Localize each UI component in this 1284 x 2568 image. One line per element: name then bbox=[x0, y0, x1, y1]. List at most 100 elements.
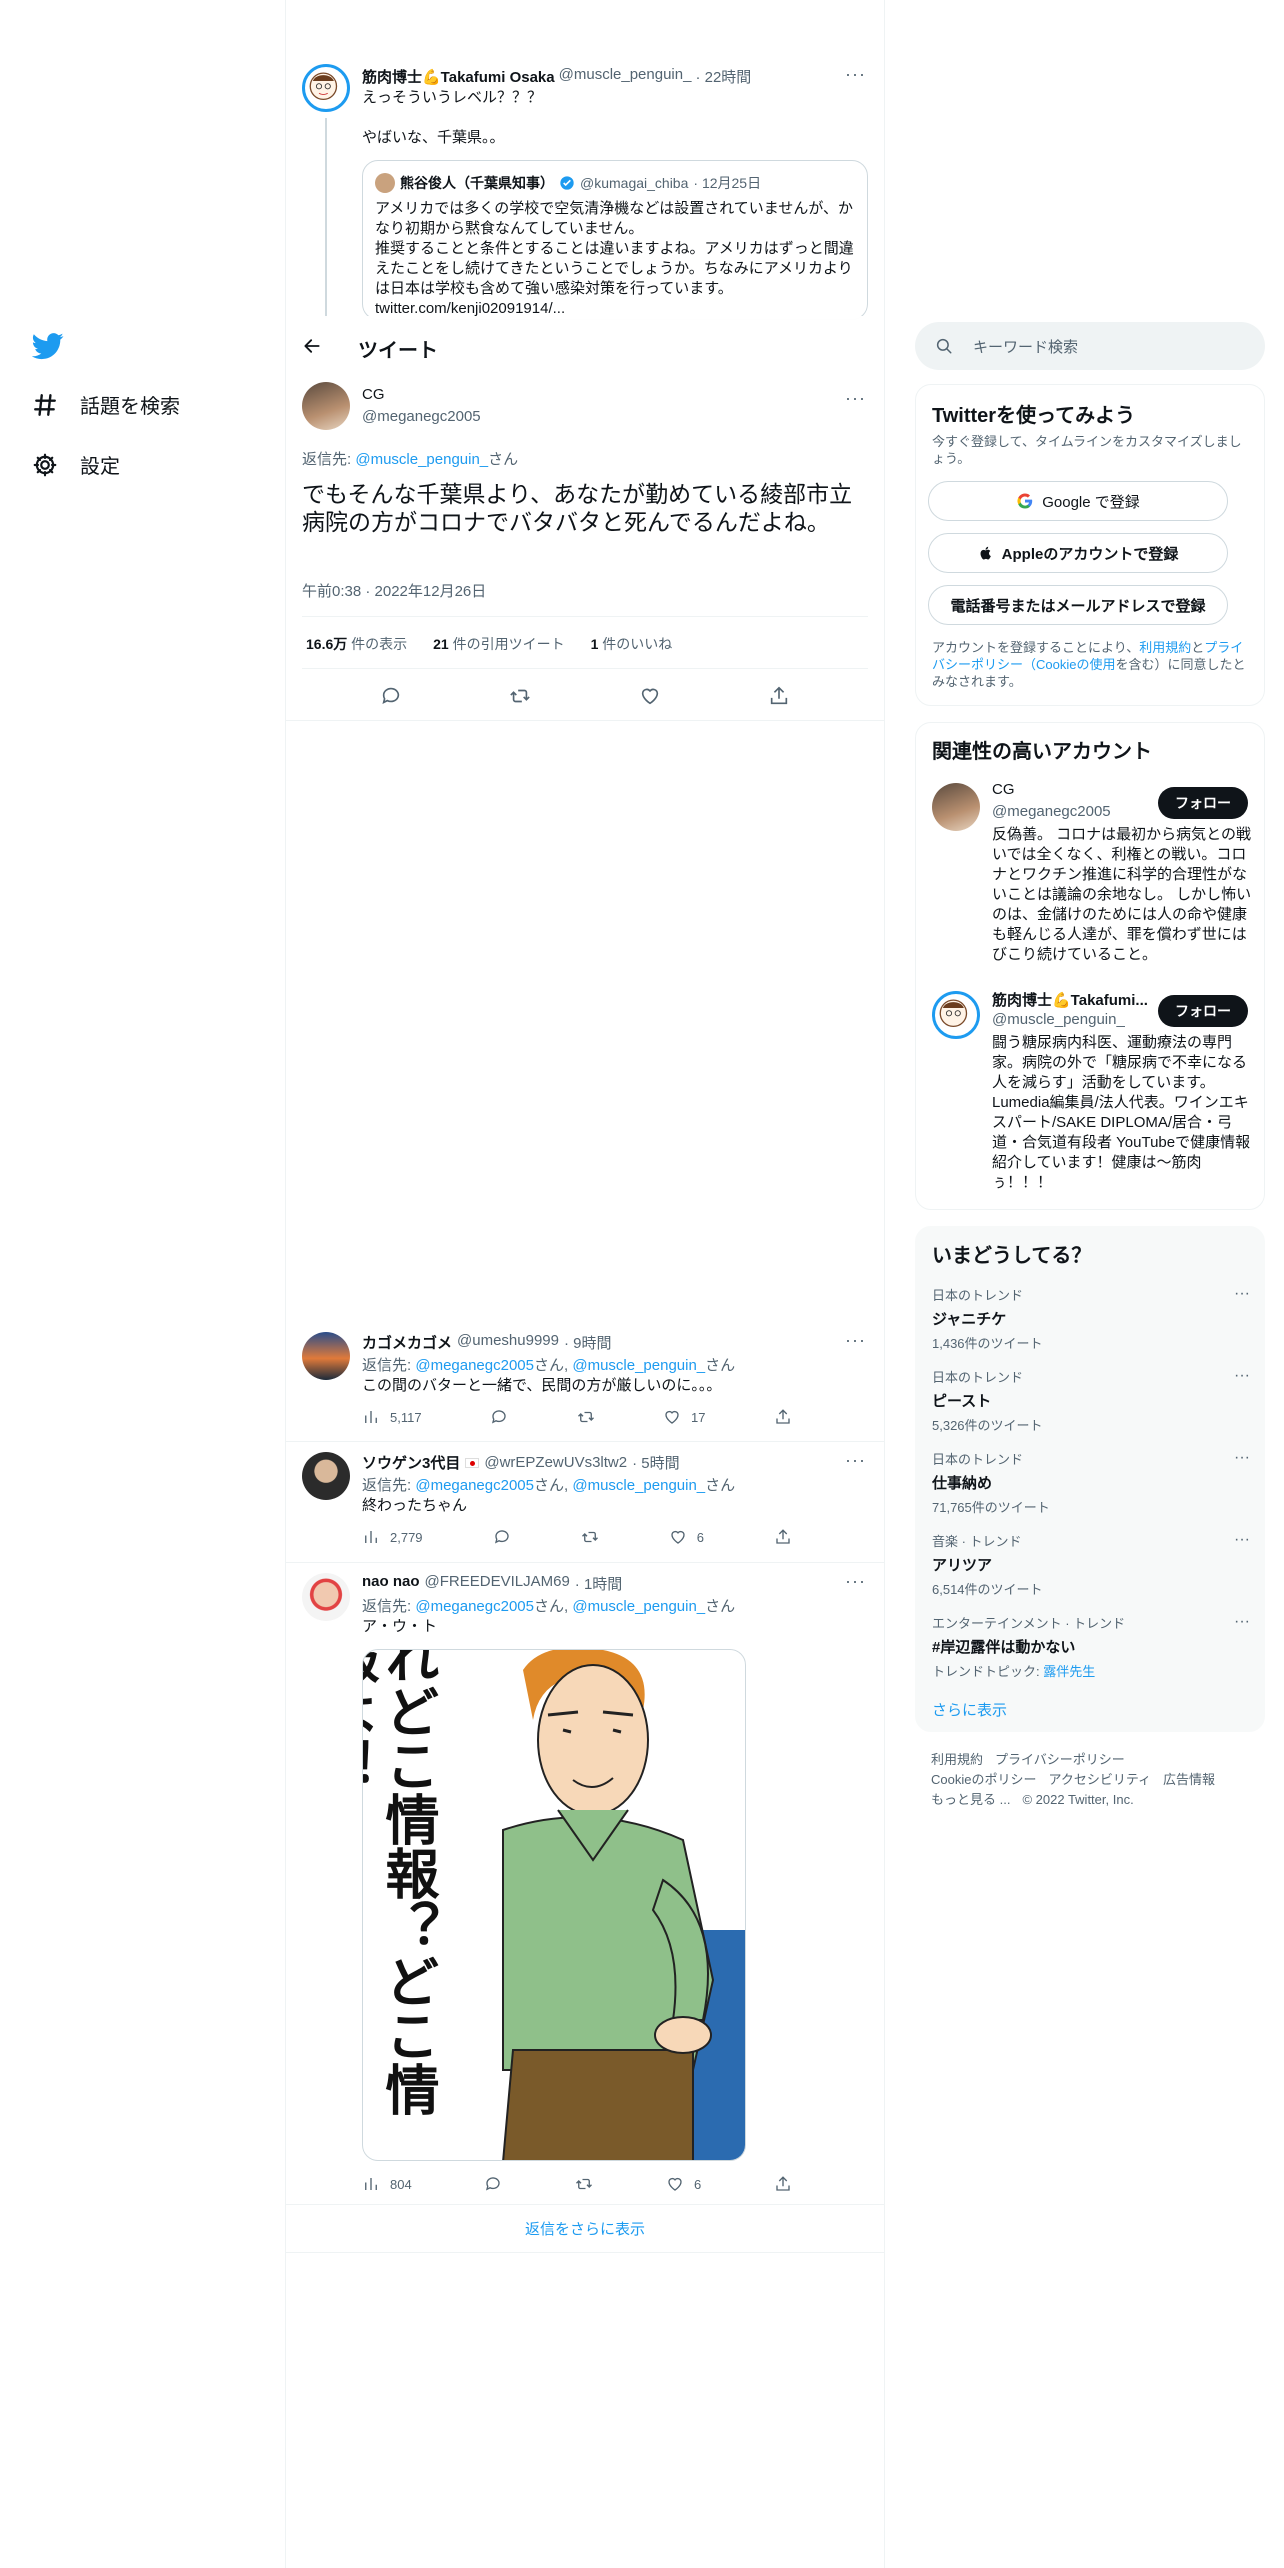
author-name[interactable]: CG bbox=[362, 386, 385, 403]
more-icon[interactable]: ··· bbox=[1234, 1449, 1250, 1467]
footer-privacy[interactable]: プライバシーポリシー bbox=[995, 1750, 1125, 1770]
share-action[interactable] bbox=[774, 1408, 792, 1426]
nav-explore[interactable]: 話題を検索 bbox=[32, 390, 180, 419]
trend-item[interactable]: エンターテインメント · トレンド #岸辺露伴は動かない トレンドトピック: 露… bbox=[932, 1613, 1250, 1680]
stat-likes[interactable]: 1 件のいいね bbox=[591, 634, 673, 654]
apple-signup-button[interactable]: Appleのアカウントで登録 bbox=[928, 533, 1228, 573]
retweet-action[interactable] bbox=[575, 2175, 593, 2193]
views-action[interactable]: 5,117 bbox=[362, 1408, 422, 1426]
retweet-action[interactable] bbox=[577, 1408, 595, 1426]
author-name[interactable]: ソウゲン3代目 bbox=[362, 1452, 460, 1473]
show-more-replies-button[interactable]: 返信をさらに表示 bbox=[286, 2205, 884, 2253]
reply-to-link[interactable]: @muscle_penguin_ bbox=[572, 1598, 705, 1615]
reply-icon[interactable] bbox=[380, 685, 402, 707]
like-action[interactable]: 17 bbox=[663, 1408, 706, 1426]
author-handle[interactable]: @muscle_penguin_ bbox=[559, 66, 692, 87]
follow-button[interactable]: フォロー bbox=[1158, 787, 1248, 819]
terms-link[interactable]: 利用規約 bbox=[1139, 640, 1191, 655]
author-name[interactable]: nao nao bbox=[362, 1573, 420, 1594]
tweet-image[interactable]: れどこ情報？どこ情報よ！ bbox=[362, 1649, 746, 2161]
more-icon[interactable]: ··· bbox=[1234, 1285, 1250, 1303]
reply-to-link[interactable]: @meganegc2005 bbox=[415, 1477, 534, 1494]
share-action[interactable] bbox=[774, 2175, 792, 2193]
account-item[interactable]: 筋肉博士💪Takafumi... @muscle_penguin_ フォロー 闘… bbox=[916, 987, 1264, 1197]
reply-tweet[interactable]: ソウゲン3代目 @wrEPZewUVs3ltw2 · 5時間 ··· 返信先: … bbox=[286, 1442, 884, 1563]
trend-item[interactable]: 音楽 · トレンド アリツア 6,514件のツイート ··· bbox=[932, 1531, 1250, 1598]
avatar[interactable] bbox=[302, 1452, 350, 1500]
share-icon[interactable] bbox=[768, 685, 790, 707]
reply-action[interactable] bbox=[484, 2175, 502, 2193]
parent-tweet[interactable]: 筋肉博士💪Takafumi Osaka @muscle_penguin_ · 2… bbox=[286, 50, 884, 320]
reply-action[interactable] bbox=[493, 1528, 511, 1546]
more-icon[interactable]: ··· bbox=[845, 1571, 866, 1592]
tweet-time[interactable]: · 1時間 bbox=[575, 1573, 623, 1594]
tweet-timestamp[interactable]: 午前0:38 · 2022年12月26日 bbox=[302, 580, 486, 601]
reply-to-link[interactable]: @meganegc2005 bbox=[415, 1598, 534, 1615]
avatar[interactable] bbox=[932, 783, 980, 831]
author-handle[interactable]: @meganegc2005 bbox=[362, 408, 481, 425]
avatar[interactable] bbox=[932, 991, 980, 1039]
author-name[interactable]: 筋肉博士💪Takafumi Osaka bbox=[362, 66, 555, 87]
footer-accessibility[interactable]: アクセシビリティ bbox=[1048, 1770, 1151, 1790]
like-action[interactable]: 6 bbox=[669, 1528, 704, 1546]
footer-cookie[interactable]: Cookieのポリシー bbox=[931, 1770, 1036, 1790]
views-action[interactable]: 2,779 bbox=[362, 1528, 423, 1546]
retweet-icon[interactable] bbox=[509, 685, 531, 707]
phone-email-signup-button[interactable]: 電話番号またはメールアドレスで登録 bbox=[928, 585, 1228, 625]
nav-settings[interactable]: 設定 bbox=[32, 450, 120, 479]
reply-tweet[interactable]: カゴメカゴメ @umeshu9999 · 9時間 ··· 返信先: @megan… bbox=[286, 1322, 884, 1442]
reply-action[interactable] bbox=[490, 1408, 508, 1426]
author-handle[interactable]: @umeshu9999 bbox=[457, 1332, 559, 1353]
more-icon[interactable]: ··· bbox=[845, 1330, 866, 1351]
reply-tweet[interactable]: nao nao @FREEDEVILJAM69 · 1時間 ··· 返信先: @… bbox=[286, 1563, 884, 2205]
follow-button[interactable]: フォロー bbox=[1158, 995, 1248, 1027]
back-arrow-icon[interactable] bbox=[302, 336, 322, 356]
more-icon[interactable]: ··· bbox=[845, 1450, 866, 1471]
trend-topic-link[interactable]: 露伴先生 bbox=[1043, 1664, 1095, 1679]
trend-item[interactable]: 日本のトレンド ピースト 5,326件のツイート ··· bbox=[932, 1367, 1250, 1434]
retweet-action[interactable] bbox=[581, 1528, 599, 1546]
reply-to-link[interactable]: @muscle_penguin_ bbox=[572, 1477, 705, 1494]
tweet-time[interactable]: · 22時間 bbox=[695, 66, 751, 87]
account-handle[interactable]: @meganegc2005 bbox=[992, 803, 1111, 820]
footer-terms[interactable]: 利用規約 bbox=[931, 1750, 983, 1770]
account-handle[interactable]: @muscle_penguin_ bbox=[992, 1011, 1125, 1028]
reply-to-link[interactable]: @muscle_penguin_ bbox=[572, 1357, 705, 1374]
views-action[interactable]: 804 bbox=[362, 2175, 412, 2193]
avatar[interactable] bbox=[302, 1573, 350, 1621]
tweet-time[interactable]: · 5時間 bbox=[632, 1452, 680, 1473]
author-handle[interactable]: @FREEDEVILJAM69 bbox=[425, 1573, 570, 1594]
author-name[interactable]: カゴメカゴメ bbox=[362, 1332, 452, 1353]
trend-item[interactable]: 日本のトレンド ジャニチケ 1,436件のツイート ··· bbox=[932, 1285, 1250, 1352]
more-icon[interactable]: ··· bbox=[1234, 1613, 1250, 1631]
avatar[interactable] bbox=[302, 1332, 350, 1380]
quote-tweet[interactable]: 熊谷俊人（千葉県知事） @kumagai_chiba · 12月25日 アメリカ… bbox=[362, 160, 868, 320]
tweet-time[interactable]: · 9時間 bbox=[564, 1332, 612, 1353]
more-icon[interactable]: ··· bbox=[1234, 1531, 1250, 1549]
more-icon[interactable]: ··· bbox=[845, 388, 866, 409]
share-action[interactable] bbox=[774, 1528, 792, 1546]
account-name[interactable]: CG bbox=[992, 781, 1015, 798]
account-name[interactable]: 筋肉博士💪Takafumi... bbox=[992, 989, 1148, 1010]
more-icon[interactable]: ··· bbox=[845, 64, 866, 85]
more-icon[interactable]: ··· bbox=[1234, 1367, 1250, 1385]
avatar[interactable] bbox=[302, 64, 350, 112]
author-handle[interactable]: @wrEPZewUVs3ltw2 bbox=[484, 1454, 627, 1471]
stat-quotes[interactable]: 21 件の引用ツイート bbox=[433, 634, 564, 654]
account-item[interactable]: CG @meganegc2005 フォロー 反偽善。 コロナは最初から病気との戦… bbox=[916, 779, 1264, 969]
twitter-bird-icon[interactable] bbox=[32, 330, 64, 362]
trends-show-more[interactable]: さらに表示 bbox=[932, 1699, 1007, 1720]
reply-to-link[interactable]: @meganegc2005 bbox=[415, 1357, 534, 1374]
search-box[interactable]: キーワード検索 bbox=[915, 322, 1265, 370]
avatar[interactable] bbox=[302, 382, 350, 430]
reply-to-link[interactable]: @muscle_penguin_ bbox=[355, 451, 488, 468]
like-icon[interactable] bbox=[639, 685, 661, 707]
footer-more[interactable]: もっと見る ... bbox=[931, 1790, 1010, 1810]
trend-item[interactable]: 日本のトレンド 仕事納め 71,765件のツイート ··· bbox=[932, 1449, 1250, 1516]
search-input[interactable]: キーワード検索 bbox=[973, 336, 1078, 357]
stat-views[interactable]: 16.6万 件の表示 bbox=[306, 634, 407, 654]
tweet-text: 終わったちゃん bbox=[362, 1497, 468, 1514]
google-signup-button[interactable]: Google で登録 bbox=[928, 481, 1228, 521]
footer-ads[interactable]: 広告情報 bbox=[1163, 1770, 1215, 1790]
like-action[interactable]: 6 bbox=[666, 2175, 701, 2193]
